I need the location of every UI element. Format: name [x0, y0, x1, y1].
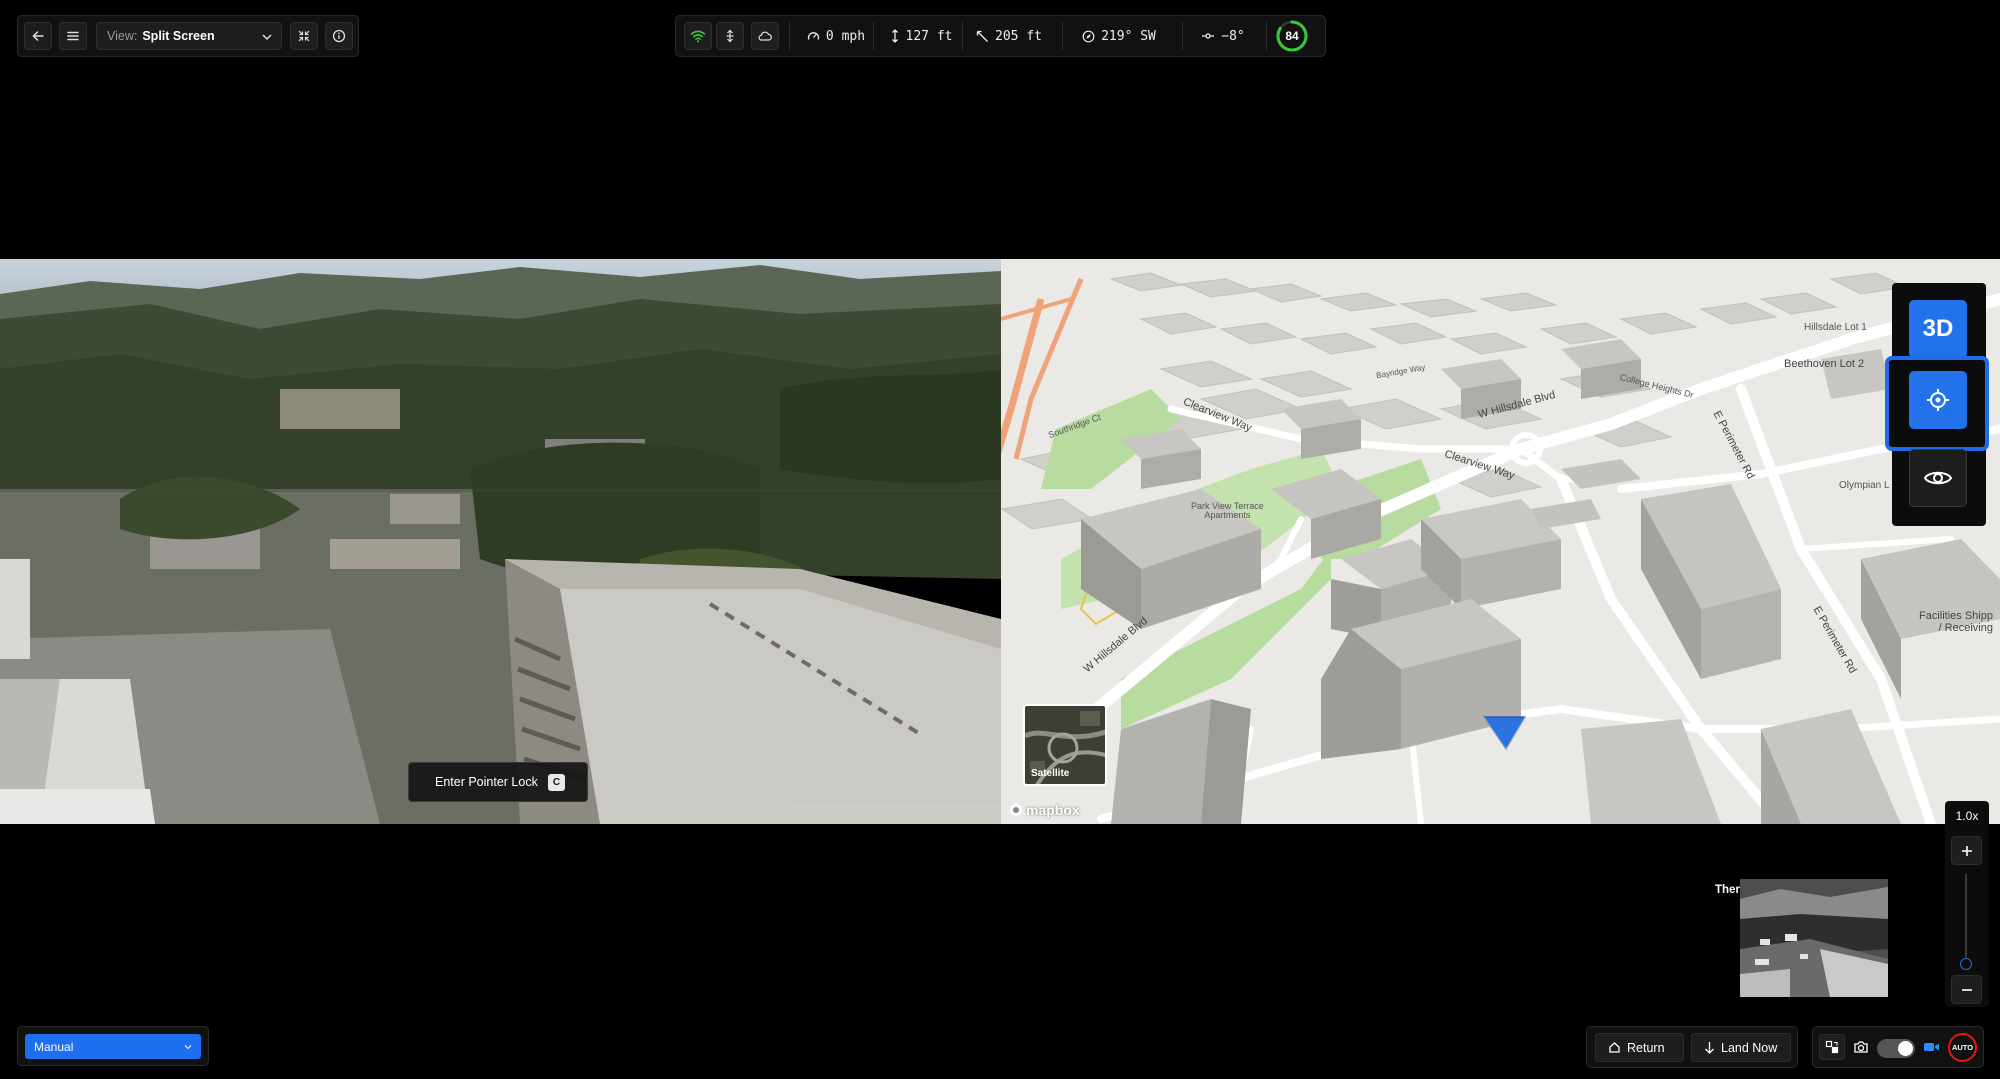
altitude-arrows-icon: [891, 29, 898, 43]
altitude-readout: 127 ft: [881, 16, 961, 56]
chevron-down-icon: [184, 1045, 192, 1050]
plus-icon: [1961, 845, 1972, 856]
map-canvas: [1001, 259, 2000, 824]
flight-mode-select[interactable]: Manual: [25, 1034, 201, 1059]
arrow-left-icon: [32, 31, 44, 41]
battery-gauge: 84: [1275, 19, 1309, 53]
heading-value: 219° SW: [1101, 28, 1156, 44]
cloud-icon: [758, 31, 772, 41]
telemetry-divider: [1266, 22, 1267, 50]
video-camera-icon: [1923, 1043, 1939, 1051]
pointer-lock-key: C: [548, 774, 565, 791]
video-mode-button[interactable]: [1919, 1034, 1943, 1060]
swap-icon: [1825, 1040, 1839, 1054]
telemetry-divider: [789, 22, 790, 50]
zoom-slider-track[interactable]: [1965, 874, 1967, 966]
view-select-value: Split Screen: [142, 29, 215, 43]
aerial-view-image: [0, 259, 1001, 824]
compass-icon: [1082, 30, 1095, 42]
back-button[interactable]: [24, 22, 52, 50]
flight-mode-panel: Manual: [17, 1026, 209, 1066]
satellite-label: Satellite: [1031, 768, 1070, 779]
info-icon: [332, 29, 346, 43]
mapbox-logo-icon: [1010, 804, 1022, 816]
hamburger-icon: [67, 31, 79, 41]
pitch-readout: −8°: [1188, 16, 1258, 56]
mapbox-attribution[interactable]: mapbox: [1009, 802, 1080, 818]
crosshair-icon: [1927, 389, 1949, 411]
menu-button[interactable]: [59, 22, 87, 50]
swap-camera-button[interactable]: [1819, 1034, 1845, 1060]
signal-button[interactable]: [684, 22, 712, 50]
wifi-icon: [690, 30, 706, 43]
zoom-out-button[interactable]: [1951, 975, 1982, 1004]
map-tools-panel: 3D: [1885, 283, 1989, 526]
home-icon: [1609, 1042, 1620, 1053]
3d-toggle-button[interactable]: 3D: [1909, 300, 1967, 358]
telemetry-divider: [962, 22, 963, 50]
fullscreen-button[interactable]: [290, 22, 318, 50]
minus-icon: [1961, 988, 1972, 991]
pointer-lock-label: Enter Pointer Lock: [435, 775, 538, 789]
telemetry-divider: [1182, 22, 1183, 50]
poi-label: Beethoven Lot 2: [1784, 358, 1865, 370]
return-label: Return: [1627, 1040, 1665, 1055]
land-now-button[interactable]: Land Now: [1691, 1033, 1791, 1062]
flight-actions-panel: Return Land Now: [1586, 1026, 1798, 1068]
battery-value: 84: [1285, 29, 1299, 43]
top-left-toolbar: View: Split Screen: [17, 15, 359, 57]
recenter-button[interactable]: [1909, 371, 1967, 429]
altitude-value: 127 ft: [905, 28, 953, 44]
heading-readout: 219° SW: [1069, 16, 1169, 56]
zoom-level: 1.0x: [1955, 809, 1979, 823]
drone-pitch-icon: [1202, 33, 1215, 39]
visibility-button[interactable]: [1909, 449, 1967, 507]
satellite-toggle[interactable]: Satellite: [1023, 704, 1107, 786]
arrow-down-icon: [1705, 1042, 1714, 1054]
poi-label: Hillsdale Lot 1: [1804, 322, 1867, 333]
gimbal-button[interactable]: [716, 22, 744, 50]
zoom-slider-handle[interactable]: [1960, 958, 1972, 970]
poi-label: Olympian L: [1839, 480, 1890, 491]
telemetry-divider: [1062, 22, 1063, 50]
telemetry-bar: 0 mph 127 ft 205 ft 219° SW −8° 84: [675, 15, 1326, 57]
pitch-value: −8°: [1221, 28, 1245, 44]
speed-readout: 0 mph: [796, 16, 876, 56]
land-now-label: Land Now: [1721, 1040, 1778, 1055]
poi-label: Facilities Shipp / Receiving: [1919, 610, 1993, 635]
thermal-image: [1740, 879, 1888, 997]
vertical-arrows-icon: [726, 29, 734, 43]
auto-record-button[interactable]: AUTO: [1948, 1033, 1977, 1062]
mapbox-label: mapbox: [1026, 802, 1080, 818]
toggle-knob: [1898, 1041, 1913, 1056]
telemetry-divider: [873, 22, 874, 50]
photo-video-toggle[interactable]: [1877, 1039, 1915, 1058]
view-mode-select[interactable]: View: Split Screen: [96, 22, 282, 50]
chevron-down-icon: [262, 34, 272, 41]
speed-value: 0 mph: [825, 28, 866, 44]
camera-feed[interactable]: Enter Pointer Lock C: [0, 259, 1001, 824]
zoom-panel: 1.0x: [1945, 801, 1989, 1007]
speedometer-icon: [807, 32, 820, 40]
weather-button[interactable]: [751, 22, 779, 50]
flight-mode-value: Manual: [34, 1039, 74, 1054]
distance-readout: 205 ft: [969, 16, 1049, 56]
diagonal-arrow-icon: [976, 30, 988, 42]
map-view[interactable]: W Hillsdale Blvd W Hillsdale Blvd Clearv…: [1001, 259, 2000, 824]
thermal-feed[interactable]: [1740, 879, 1888, 997]
pointer-lock-button[interactable]: Enter Pointer Lock C: [408, 762, 588, 802]
eye-icon: [1923, 471, 1953, 485]
distance-value: 205 ft: [995, 28, 1042, 44]
info-button[interactable]: [325, 22, 353, 50]
photo-mode-button[interactable]: [1849, 1034, 1873, 1060]
camera-controls-panel: AUTO: [1812, 1026, 1984, 1068]
poi-label: Park View Terrace Apartments: [1191, 501, 1264, 521]
view-select-label: View:: [107, 29, 138, 43]
collapse-icon: [298, 30, 310, 42]
return-button[interactable]: Return: [1595, 1033, 1684, 1062]
zoom-in-button[interactable]: [1951, 836, 1982, 865]
camera-icon: [1854, 1041, 1868, 1053]
